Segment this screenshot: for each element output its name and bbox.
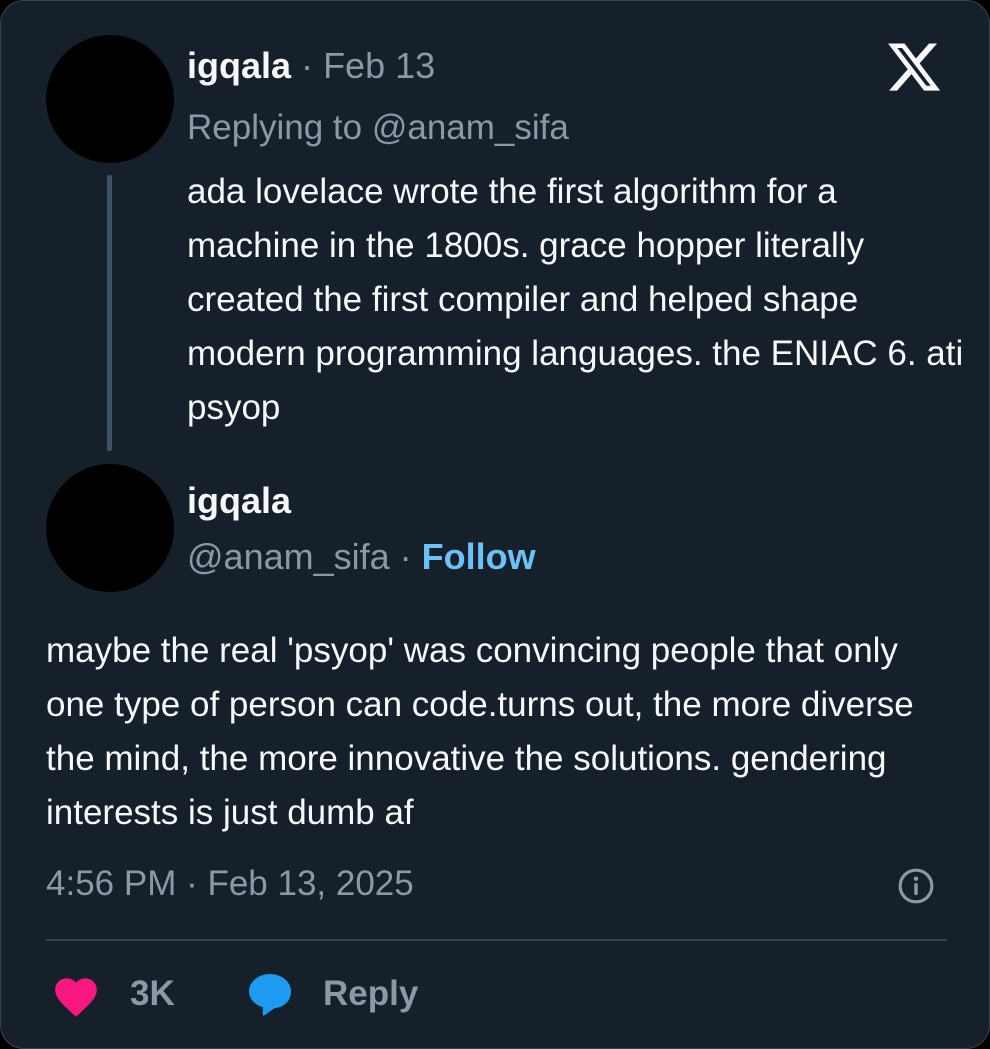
main-author-row: igqala: [187, 480, 291, 522]
parent-separator: ·: [301, 45, 314, 86]
thread-line: [107, 175, 112, 451]
parent-header: igqala · Feb 13: [187, 45, 435, 87]
tweet-card: igqala · Feb 13 Replying to @anam_sifa a…: [0, 0, 990, 1049]
follow-button[interactable]: Follow: [422, 536, 536, 577]
main-avatar[interactable]: [46, 464, 174, 592]
replying-to-handle[interactable]: @anam_sifa: [372, 108, 569, 147]
main-author-handle[interactable]: @anam_sifa: [187, 536, 390, 577]
parent-tweet-text: ada lovelace wrote the first algorithm f…: [187, 172, 964, 427]
main-handle-row: @anam_sifa · Follow: [187, 536, 536, 578]
main-author-name[interactable]: igqala: [187, 480, 291, 521]
x-logo-icon[interactable]: [885, 38, 943, 96]
replying-to-prefix: Replying to: [187, 108, 363, 147]
parent-date[interactable]: Feb 13: [323, 45, 435, 86]
speech-bubble-icon[interactable]: [245, 970, 295, 1018]
parent-author-name[interactable]: igqala: [187, 45, 291, 86]
parent-avatar[interactable]: [46, 35, 174, 163]
heart-icon[interactable]: [51, 972, 101, 1018]
info-icon[interactable]: [897, 867, 935, 905]
reply-button[interactable]: Reply: [323, 974, 418, 1014]
like-count[interactable]: 3K: [130, 974, 175, 1014]
divider: [46, 939, 947, 941]
main-separator: ·: [399, 536, 412, 577]
main-tweet-text: maybe the real 'psyop' was convincing pe…: [46, 631, 914, 832]
tweet-timestamp[interactable]: 4:56 PM · Feb 13, 2025: [46, 864, 414, 904]
replying-to: Replying to @anam_sifa: [187, 108, 569, 148]
